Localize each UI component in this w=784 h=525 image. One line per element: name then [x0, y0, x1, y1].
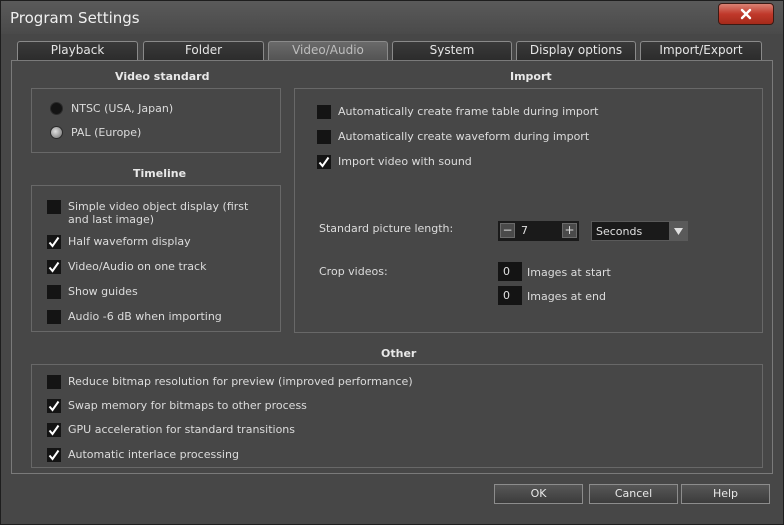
- checkbox-box[interactable]: [317, 130, 331, 144]
- checkbox-import-with-sound[interactable]: Import video with sound: [317, 155, 472, 169]
- checkbox-box[interactable]: [47, 375, 61, 389]
- checkbox-label: Automatic interlace processing: [68, 448, 239, 461]
- radio-button[interactable]: [50, 102, 63, 115]
- checkmark-icon: [48, 424, 60, 436]
- tab-folder[interactable]: Folder: [143, 41, 264, 60]
- other-heading: Other: [381, 347, 417, 360]
- checkbox-audio-6db[interactable]: Audio -6 dB when importing: [47, 310, 222, 324]
- chevron-down-icon[interactable]: [669, 222, 687, 240]
- close-button[interactable]: [718, 3, 774, 25]
- checkmark-icon: [318, 156, 330, 168]
- checkbox-video-audio-one-track[interactable]: Video/Audio on one track: [47, 260, 206, 274]
- checkbox-simple-video-display[interactable]: Simple video object display (first and l…: [47, 200, 272, 226]
- title-bar: Program Settings: [1, 1, 783, 34]
- crop-start-label: Images at start: [527, 266, 611, 279]
- radio-button-selected[interactable]: [50, 126, 63, 139]
- crop-videos-label: Crop videos:: [319, 265, 388, 278]
- unit-select-value: Seconds: [596, 225, 643, 238]
- radio-label: NTSC (USA, Japan): [71, 102, 174, 115]
- checkbox-interlace-processing[interactable]: Automatic interlace processing: [47, 448, 239, 462]
- checkbox-box[interactable]: [47, 423, 61, 437]
- help-button[interactable]: Help: [681, 484, 770, 504]
- close-icon: [740, 8, 752, 20]
- checkbox-box[interactable]: [317, 105, 331, 119]
- picture-length-spinner[interactable]: − 7 +: [498, 221, 579, 241]
- checkbox-label: Half waveform display: [68, 235, 191, 248]
- checkbox-half-waveform[interactable]: Half waveform display: [47, 235, 191, 249]
- checkmark-icon: [48, 236, 60, 248]
- picture-length-value[interactable]: 7: [521, 224, 528, 237]
- checkbox-box[interactable]: [317, 155, 331, 169]
- checkmark-icon: [48, 400, 60, 412]
- tab-video-audio[interactable]: Video/Audio: [268, 41, 388, 60]
- other-group: Reduce bitmap resolution for preview (im…: [31, 364, 763, 468]
- checkbox-box[interactable]: [47, 310, 61, 324]
- tab-display-options[interactable]: Display options: [516, 41, 636, 60]
- crop-end-input[interactable]: 0: [498, 286, 522, 305]
- radio-ntsc[interactable]: NTSC (USA, Japan): [50, 102, 173, 115]
- decrement-button[interactable]: −: [500, 223, 515, 238]
- checkbox-swap-memory[interactable]: Swap memory for bitmaps to other process: [47, 399, 307, 413]
- checkbox-label: Reduce bitmap resolution for preview (im…: [68, 375, 413, 388]
- picture-length-unit-select[interactable]: Seconds: [591, 221, 688, 241]
- tab-content-panel: Video standard NTSC (USA, Japan) PAL (Eu…: [11, 60, 773, 474]
- checkbox-box[interactable]: [47, 399, 61, 413]
- window-title: Program Settings: [10, 9, 140, 27]
- timeline-group: Simple video object display (first and l…: [31, 185, 281, 332]
- ok-button[interactable]: OK: [494, 484, 583, 504]
- checkbox-label: Audio -6 dB when importing: [68, 310, 222, 323]
- checkbox-label: Simple video object display (first and l…: [68, 200, 249, 226]
- checkbox-label: GPU acceleration for standard transition…: [68, 423, 296, 436]
- checkbox-label: Show guides: [68, 285, 138, 298]
- video-standard-heading: Video standard: [115, 70, 210, 83]
- picture-length-label: Standard picture length:: [319, 222, 454, 235]
- checkbox-box[interactable]: [47, 200, 61, 214]
- import-heading: Import: [510, 70, 552, 83]
- checkbox-label: Video/Audio on one track: [68, 260, 207, 273]
- program-settings-dialog: Program Settings Playback Folder Video/A…: [0, 0, 784, 525]
- cancel-button[interactable]: Cancel: [589, 484, 678, 504]
- checkbox-label: Automatically create waveform during imp…: [338, 130, 590, 143]
- checkbox-label: Automatically create frame table during …: [338, 105, 599, 118]
- tab-system[interactable]: System: [392, 41, 512, 60]
- crop-start-input[interactable]: 0: [498, 262, 522, 281]
- checkbox-box[interactable]: [47, 448, 61, 462]
- checkbox-box[interactable]: [47, 235, 61, 249]
- tab-bar: Playback Folder Video/Audio System Displ…: [1, 41, 783, 61]
- crop-end-label: Images at end: [527, 290, 606, 303]
- checkmark-icon: [48, 449, 60, 461]
- checkbox-box[interactable]: [47, 285, 61, 299]
- radio-label: PAL (Europe): [71, 126, 142, 139]
- increment-button[interactable]: +: [562, 223, 577, 238]
- checkbox-show-guides[interactable]: Show guides: [47, 285, 138, 299]
- checkbox-create-waveform[interactable]: Automatically create waveform during imp…: [317, 130, 589, 144]
- checkmark-icon: [48, 261, 60, 273]
- checkbox-box[interactable]: [47, 260, 61, 274]
- tab-playback[interactable]: Playback: [17, 41, 138, 60]
- tab-import-export[interactable]: Import/Export: [640, 41, 762, 60]
- checkbox-label: Swap memory for bitmaps to other process: [68, 399, 307, 412]
- checkbox-label: Import video with sound: [338, 155, 472, 168]
- checkbox-reduce-bitmap[interactable]: Reduce bitmap resolution for preview (im…: [47, 375, 413, 389]
- checkbox-frame-table[interactable]: Automatically create frame table during …: [317, 105, 598, 119]
- video-standard-group: NTSC (USA, Japan) PAL (Europe): [31, 88, 281, 153]
- timeline-heading: Timeline: [133, 167, 187, 180]
- import-group: Automatically create frame table during …: [294, 88, 763, 333]
- checkbox-gpu-acceleration[interactable]: GPU acceleration for standard transition…: [47, 423, 295, 437]
- radio-pal[interactable]: PAL (Europe): [50, 126, 141, 139]
